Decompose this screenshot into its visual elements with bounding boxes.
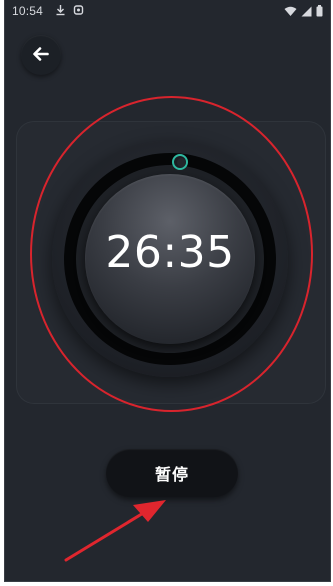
arrow-left-icon (33, 46, 49, 65)
back-button[interactable] (21, 35, 61, 75)
status-time: 10:54 (12, 4, 44, 18)
wifi-icon (284, 6, 297, 20)
progress-knob[interactable] (172, 154, 188, 170)
signal-icon (301, 6, 312, 20)
status-bar: 10:54 (5, 0, 330, 22)
time-remaining: 26:35 (105, 227, 235, 278)
status-right-icons (284, 5, 323, 20)
pause-button[interactable]: 暂停 (106, 449, 238, 497)
battery-icon (316, 5, 323, 20)
notification-icon (73, 4, 84, 19)
timer-screen: 10:54 26:35 暂停 (4, 0, 331, 582)
download-icon (55, 4, 66, 19)
